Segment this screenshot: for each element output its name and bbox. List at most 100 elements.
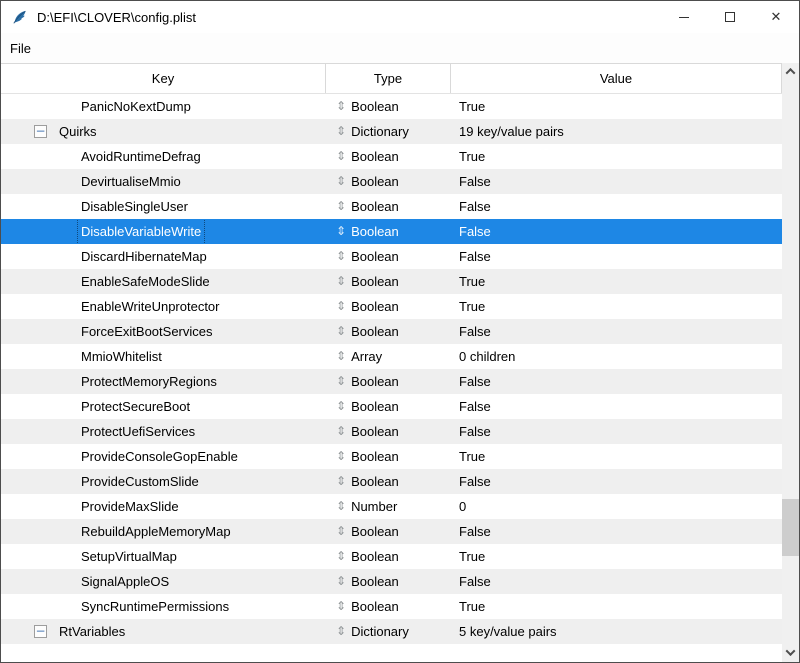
row-value: True (459, 149, 486, 164)
row-value: 5 key/value pairs (459, 624, 557, 639)
type-updown-icon[interactable]: ⇕ (336, 269, 346, 294)
type-updown-icon[interactable]: ⇕ (336, 394, 346, 419)
row-key: MmioWhitelist (81, 349, 162, 364)
row-type: Boolean (351, 599, 399, 614)
row-value: True (459, 549, 486, 564)
table-row[interactable]: ForceExitBootServices ⇕ Boolean False (1, 319, 782, 344)
table-row[interactable]: MmioWhitelist ⇕ Array 0 children (1, 344, 782, 369)
type-updown-icon[interactable]: ⇕ (336, 619, 346, 644)
type-updown-icon[interactable]: ⇕ (336, 369, 346, 394)
row-type: Boolean (351, 149, 399, 164)
table-row[interactable]: AvoidRuntimeDefrag ⇕ Boolean True (1, 144, 782, 169)
row-value: False (459, 524, 491, 539)
row-type: Array (351, 349, 383, 364)
row-value: True (459, 599, 486, 614)
type-updown-icon[interactable]: ⇕ (336, 294, 346, 319)
table-row[interactable]: DisableVariableWrite ⇕ Boolean False (1, 219, 782, 244)
type-updown-icon[interactable]: ⇕ (336, 344, 346, 369)
minimize-icon (679, 16, 689, 18)
scroll-down-button[interactable] (782, 644, 799, 661)
table-row[interactable]: ProtectMemoryRegions ⇕ Boolean False (1, 369, 782, 394)
table-row[interactable]: DevirtualiseMmio ⇕ Boolean False (1, 169, 782, 194)
row-key: SetupVirtualMap (81, 549, 177, 564)
row-type: Boolean (351, 224, 399, 239)
type-updown-icon[interactable]: ⇕ (336, 194, 346, 219)
type-updown-icon[interactable]: ⇕ (336, 94, 346, 119)
table-row[interactable]: ProvideMaxSlide ⇕ Number 0 (1, 494, 782, 519)
table-row[interactable]: ProtectSecureBoot ⇕ Boolean False (1, 394, 782, 419)
plist-tree: Key Type Value PanicNoKextDump ⇕ Boolean Tr… (1, 63, 799, 662)
table-row[interactable]: SyncRuntimePermissions ⇕ Boolean True (1, 594, 782, 619)
table-row[interactable]: EnableWriteUnprotector ⇕ Boolean True (1, 294, 782, 319)
row-key: DevirtualiseMmio (81, 174, 181, 189)
row-key: ProtectUefiServices (81, 424, 196, 439)
table-row[interactable]: DiscardHibernateMap ⇕ Boolean False (1, 244, 782, 269)
type-updown-icon[interactable]: ⇕ (336, 494, 346, 519)
type-updown-icon[interactable]: ⇕ (336, 544, 346, 569)
table-row[interactable]: SetupVirtualMap ⇕ Boolean True (1, 544, 782, 569)
table-row[interactable]: EnableSafeModeSlide ⇕ Boolean True (1, 269, 782, 294)
row-key: DisableSingleUser (81, 199, 188, 214)
table-row[interactable]: ProvideCustomSlide ⇕ Boolean False (1, 469, 782, 494)
row-key: ProvideMaxSlide (81, 499, 179, 514)
column-header-value[interactable]: Value (451, 64, 782, 93)
python-feather-app-icon (13, 10, 26, 24)
row-value: False (459, 574, 491, 589)
type-updown-icon[interactable]: ⇕ (336, 419, 346, 444)
row-type: Boolean (351, 99, 399, 114)
row-value: False (459, 374, 491, 389)
type-updown-icon[interactable]: ⇕ (336, 119, 346, 144)
row-key: EnableWriteUnprotector (81, 299, 220, 314)
type-updown-icon[interactable]: ⇕ (336, 469, 346, 494)
row-key: ProtectMemoryRegions (81, 374, 217, 389)
vertical-scrollbar[interactable] (782, 63, 799, 662)
column-header-type[interactable]: Type (326, 64, 451, 93)
row-key: SyncRuntimePermissions (81, 599, 230, 614)
type-updown-icon[interactable]: ⇕ (336, 444, 346, 469)
type-updown-icon[interactable]: ⇕ (336, 319, 346, 344)
table-row[interactable]: DisableSingleUser ⇕ Boolean False (1, 194, 782, 219)
type-updown-icon[interactable]: ⇕ (336, 144, 346, 169)
row-type: Dictionary (351, 624, 409, 639)
window-title: D:\EFI\CLOVER\config.plist (37, 9, 196, 25)
table-row[interactable]: RebuildAppleMemoryMap ⇕ Boolean False (1, 519, 782, 544)
table-row[interactable]: SignalAppleOS ⇕ Boolean False (1, 569, 782, 594)
collapse-toggle-icon[interactable]: − (34, 125, 47, 138)
row-type: Number (351, 499, 398, 514)
collapse-toggle-icon[interactable]: − (34, 625, 47, 638)
table-row[interactable]: ProtectUefiServices ⇕ Boolean False (1, 419, 782, 444)
type-updown-icon[interactable]: ⇕ (336, 219, 346, 244)
type-updown-icon[interactable]: ⇕ (336, 244, 346, 269)
row-key: SignalAppleOS (81, 574, 170, 589)
table-row[interactable]: − RtVariables ⇕ Dictionary 5 key/value pairs (1, 619, 782, 644)
type-updown-icon[interactable]: ⇕ (336, 169, 346, 194)
row-key: RebuildAppleMemoryMap (81, 524, 231, 539)
maximize-button[interactable] (707, 1, 753, 33)
chevron-down-icon (785, 646, 796, 657)
row-type: Boolean (351, 574, 399, 589)
table-row[interactable]: PanicNoKextDump ⇕ Boolean True (1, 94, 782, 119)
scroll-up-button[interactable] (782, 63, 799, 80)
table-row[interactable]: − Quirks ⇕ Dictionary 19 key/value pairs (1, 119, 782, 144)
row-type: Boolean (351, 274, 399, 289)
menu-file[interactable]: File (1, 38, 40, 59)
row-key: PanicNoKextDump (81, 99, 191, 114)
table-row[interactable]: ProvideConsoleGopEnable ⇕ Boolean True (1, 444, 782, 469)
type-updown-icon[interactable]: ⇕ (336, 569, 346, 594)
row-key: ProtectSecureBoot (81, 399, 191, 414)
row-key: ProvideConsoleGopEnable (81, 449, 238, 464)
close-button[interactable]: ✕ (753, 1, 799, 33)
chevron-up-icon (785, 67, 796, 78)
column-header-key[interactable]: Key (1, 64, 326, 93)
row-value: True (459, 299, 486, 314)
row-value: False (459, 199, 491, 214)
type-updown-icon[interactable]: ⇕ (336, 594, 346, 619)
scrollbar-thumb[interactable] (782, 499, 799, 556)
row-key: ForceExitBootServices (81, 324, 213, 339)
row-type: Boolean (351, 399, 399, 414)
row-value: False (459, 424, 491, 439)
row-value: 0 (459, 499, 467, 514)
minimize-button[interactable] (661, 1, 707, 33)
type-updown-icon[interactable]: ⇕ (336, 519, 346, 544)
row-value: True (459, 99, 486, 114)
